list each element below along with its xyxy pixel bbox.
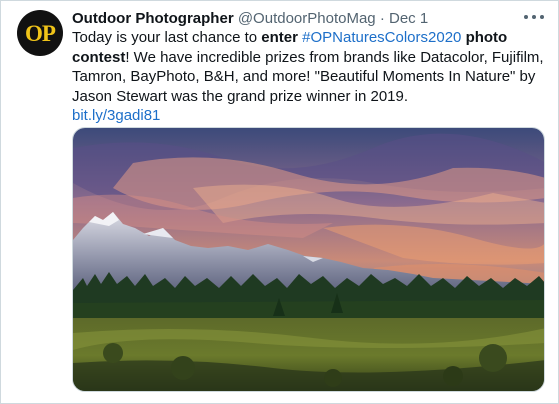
tweet-card[interactable]: OP Outdoor Photographer @OutdoorPhotoMag… bbox=[0, 0, 559, 404]
tweet-header: Outdoor Photographer @OutdoorPhotoMag · … bbox=[72, 9, 518, 29]
display-name[interactable]: Outdoor Photographer bbox=[72, 10, 234, 27]
timestamp[interactable]: Dec 1 bbox=[389, 10, 428, 27]
ellipsis-icon[interactable] bbox=[524, 10, 544, 24]
tweet-photo[interactable] bbox=[72, 127, 545, 392]
avatar[interactable]: OP bbox=[17, 10, 63, 56]
tweet-text-segment: Today is your last chance to bbox=[72, 29, 262, 46]
avatar-logo: OP bbox=[25, 20, 56, 46]
handle[interactable]: @OutdoorPhotoMag bbox=[238, 10, 376, 27]
separator: · bbox=[379, 10, 385, 27]
tweet-text: Today is your last chance to enter #OPNa… bbox=[72, 28, 547, 126]
tweet-text-segment: ! We have incredible prizes from brands … bbox=[72, 48, 544, 105]
landscape-photo bbox=[73, 128, 544, 391]
short-link[interactable]: bit.ly/3gadi81 bbox=[72, 107, 160, 124]
hashtag-link[interactable]: #OPNaturesColors2020 bbox=[302, 29, 461, 46]
tweet-text-bold: enter bbox=[261, 29, 298, 46]
